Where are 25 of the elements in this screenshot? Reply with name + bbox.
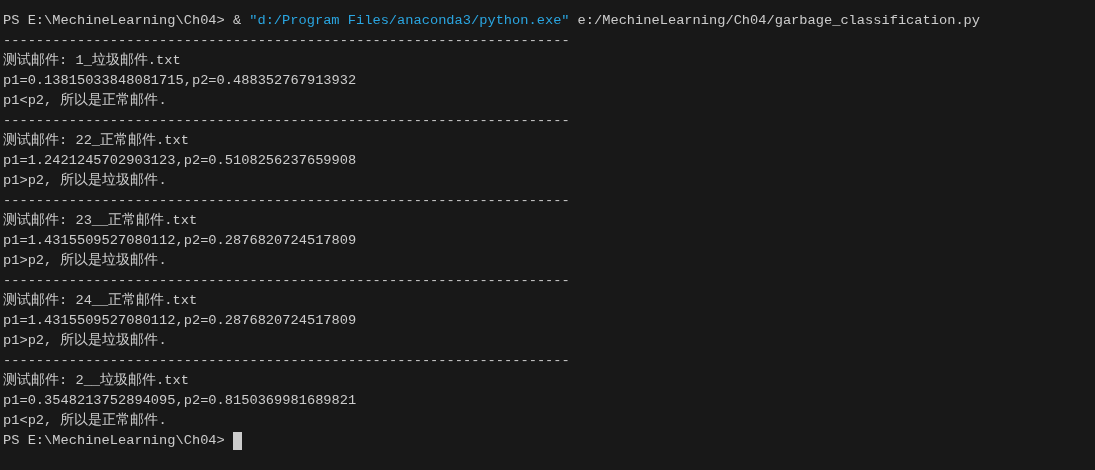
output-line: p1=1.2421245702903123,p2=0.5108256237659908	[3, 152, 357, 170]
separator-line: ---------------------------------------------------------------------	[3, 112, 570, 130]
output-line: p1<p2, 所以是正常邮件.	[3, 411, 167, 430]
output-line: p1=1.4315509527080112,p2=0.2876820724517809	[3, 312, 357, 330]
executable-path: "d:/Program Files/anaconda3/python.exe"	[249, 12, 570, 30]
output-line: p1=0.3548213752894095,p2=0.8150369981689821	[3, 392, 357, 410]
output-line: p1>p2, 所以是垃圾邮件.	[3, 331, 167, 350]
shell-prompt: PS E:\MechineLearning\Ch04>	[3, 12, 225, 30]
output-line: 测试邮件: 1_垃圾邮件.txt	[3, 51, 181, 70]
separator-line: ---------------------------------------------------------------------	[3, 32, 570, 50]
script-path: e:/MechineLearning/Ch04/garbage_classification.py	[577, 12, 981, 30]
separator-line: ---------------------------------------------------------------------	[3, 272, 570, 290]
call-operator: &	[233, 12, 242, 30]
output-line: p1>p2, 所以是垃圾邮件.	[3, 251, 167, 270]
output-line: p1=1.4315509527080112,p2=0.2876820724517809	[3, 232, 357, 250]
output-line: p1<p2, 所以是正常邮件.	[3, 91, 167, 110]
output-line: 测试邮件: 22_正常邮件.txt	[3, 131, 189, 150]
output-line: 测试邮件: 23__正常邮件.txt	[3, 211, 198, 230]
separator-line: ---------------------------------------------------------------------	[3, 192, 570, 210]
separator-line: ---------------------------------------------------------------------	[3, 352, 570, 370]
output-line: p1=0.13815033848081715,p2=0.488352767913932	[3, 72, 357, 90]
output-line: 测试邮件: 2__垃圾邮件.txt	[3, 371, 189, 390]
output-line: 测试邮件: 24__正常邮件.txt	[3, 291, 198, 310]
output-line: p1>p2, 所以是垃圾邮件.	[3, 171, 167, 190]
shell-prompt: PS E:\MechineLearning\Ch04>	[3, 432, 225, 450]
